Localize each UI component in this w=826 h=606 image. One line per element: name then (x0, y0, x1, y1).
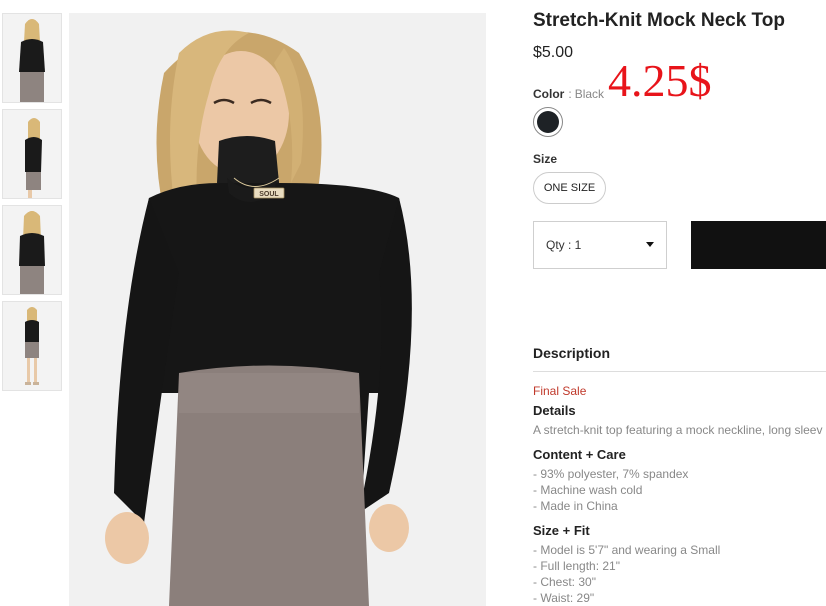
thumbnail-back[interactable] (2, 205, 62, 295)
swatch-fill (537, 111, 559, 133)
size-fit-heading: Size + Fit (533, 523, 590, 538)
main-product-image[interactable]: SOUL (69, 13, 486, 606)
thumbnail-list (2, 13, 62, 397)
product-price: $5.00 (533, 44, 574, 61)
quantity-label: Qty : 1 (546, 238, 582, 252)
size-fit-list: - Model is 5'7" and wearing a Small - Fu… (533, 542, 720, 606)
price-annotation: 4.25$ (608, 55, 712, 106)
color-swatch-black[interactable] (533, 107, 563, 137)
color-separator: : (568, 87, 572, 101)
content-care-list: - 93% polyester, 7% spandex - Machine wa… (533, 466, 688, 514)
list-item: - Made in China (533, 499, 618, 513)
description-title: Description (533, 345, 611, 361)
details-heading: Details (533, 403, 576, 418)
details-text: A stretch-knit top featuring a mock neck… (533, 423, 823, 437)
content-care-heading: Content + Care (533, 447, 626, 462)
thumbnail-side[interactable] (2, 109, 62, 199)
product-title: Stretch-Knit Mock Neck Top (533, 10, 785, 31)
thumbnail-full[interactable] (2, 301, 62, 391)
list-item: - Model is 5'7" and wearing a Small (533, 543, 721, 557)
list-item: - Machine wash cold (533, 483, 643, 497)
list-item: - Chest: 30" (533, 575, 596, 589)
divider (533, 371, 826, 372)
necklace-text: SOUL (259, 191, 279, 198)
chevron-down-icon (646, 242, 654, 247)
color-value: Black (574, 87, 605, 101)
thumbnail-front[interactable] (2, 13, 62, 103)
final-sale-label: Final Sale (533, 384, 587, 398)
list-item: - Waist: 29" (533, 591, 595, 605)
list-item: - 93% polyester, 7% spandex (533, 467, 689, 481)
color-label: Color (533, 87, 565, 101)
size-label: Size (533, 152, 558, 166)
size-option-button[interactable]: ONE SIZE (533, 172, 606, 204)
add-to-bag-button[interactable] (691, 221, 826, 269)
color-row: Color: Black (533, 87, 604, 101)
quantity-select[interactable]: Qty : 1 (533, 221, 667, 269)
list-item: - Full length: 21" (533, 559, 620, 573)
